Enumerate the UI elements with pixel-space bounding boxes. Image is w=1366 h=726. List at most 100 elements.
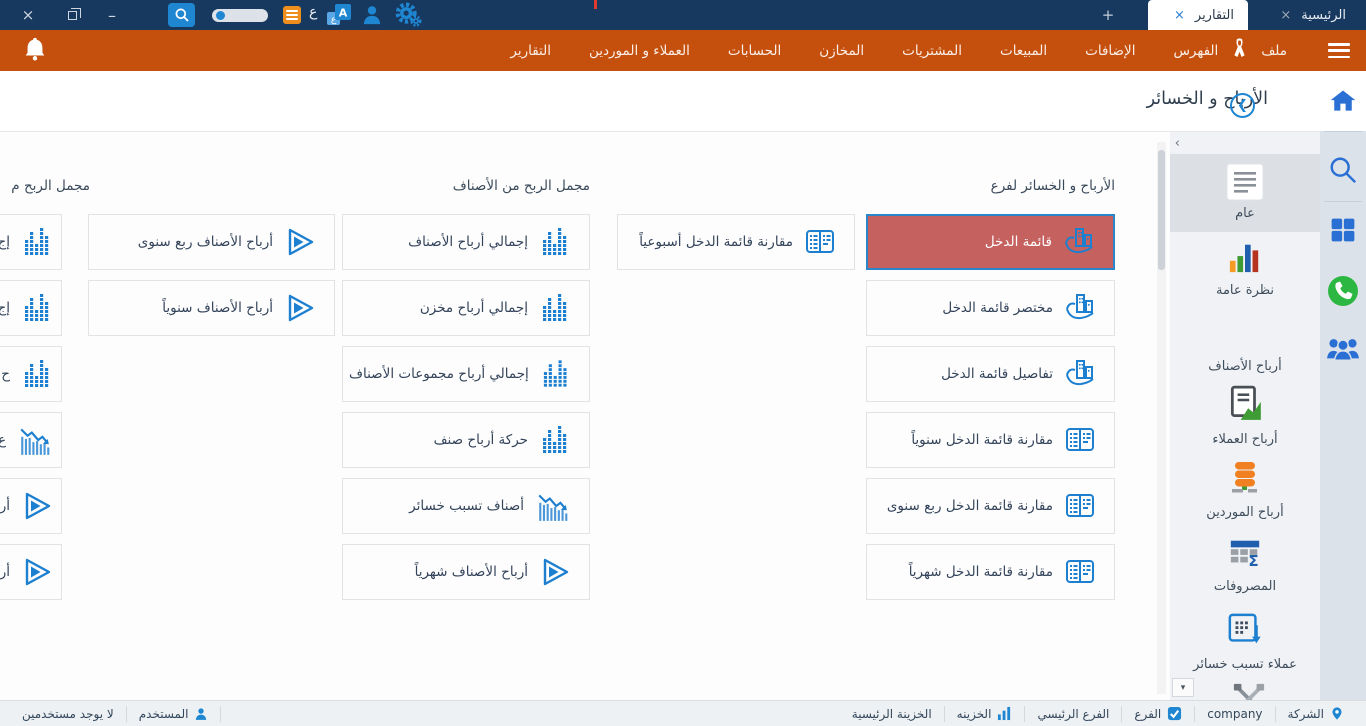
report-card[interactable]: أرباح الأصناف شهرياً (342, 544, 590, 600)
report-card[interactable]: إجمالي أرباح مجموعات الأصناف (342, 346, 590, 402)
tab-close-icon[interactable]: × (1280, 8, 1291, 23)
status-treasury[interactable]: الخزينه (945, 706, 1025, 721)
group-title-item-profit: مجمل الربح من الأصناف (452, 178, 590, 194)
sidebar-item-overview[interactable]: نظرة عامة (1170, 240, 1320, 298)
status-branch[interactable]: الفرع (1122, 706, 1194, 721)
sidebar-item-supplier-profits[interactable]: أرباح الموردين (1170, 460, 1320, 520)
play-arrow-icon (539, 556, 571, 588)
report-card[interactable]: مختصر قائمة الدخل (866, 280, 1115, 336)
title-bar: × – ع + التقارير × الرئيسية × (0, 0, 1366, 30)
play-arrow-icon (284, 292, 316, 324)
report-card-label: حركة أرباح صنف (433, 432, 528, 448)
menu-purchases[interactable]: المشتريات (883, 43, 981, 59)
report-card[interactable]: ع (0, 412, 62, 468)
report-card[interactable]: إجمالي أرباح مخزن (342, 280, 590, 336)
report-card-income-statement[interactable]: قائمة الدخل (866, 214, 1115, 270)
menu-file[interactable]: ملف (1242, 43, 1306, 59)
report-card-label: مختصر قائمة الدخل (942, 300, 1053, 316)
status-branch-value[interactable]: الفرع الرئيسي (1025, 707, 1121, 721)
menu-addons[interactable]: الإضافات (1066, 43, 1154, 59)
status-company[interactable]: الشركة (1276, 706, 1356, 721)
language-switch[interactable]: ع (309, 4, 317, 20)
report-card-label: تفاصيل قائمة الدخل (941, 366, 1053, 382)
report-column: أرباح الأصناف ربع سنوى أرباح الأصناف سنو… (88, 214, 335, 346)
list-icon[interactable] (283, 6, 301, 24)
report-card[interactable]: مقارنة قائمة الدخل أسبوعياً (617, 214, 855, 270)
dotted-bars-icon (539, 292, 571, 324)
quick-search-button[interactable] (168, 3, 195, 27)
window-close-button[interactable]: × (14, 0, 42, 30)
report-card[interactable]: أصناف تسبب خسائر (342, 478, 590, 534)
sidebar-collapse-button[interactable]: › (1175, 136, 1180, 151)
status-user[interactable]: المستخدم (127, 707, 221, 721)
whatsapp-icon (1326, 274, 1360, 308)
rail-users-button[interactable] (1320, 334, 1366, 364)
report-card[interactable]: إج (0, 214, 62, 270)
menu-accounts[interactable]: الحسابات (709, 43, 800, 59)
report-card[interactable]: مقارنة قائمة الدخل ربع سنوى (866, 478, 1115, 534)
tab-reports[interactable]: التقارير × (1148, 0, 1248, 30)
sidebar-item-general[interactable]: عام (1170, 154, 1320, 232)
hamburger-menu-button[interactable] (1328, 43, 1350, 58)
restore-icon (67, 7, 81, 20)
notifications-bell-icon[interactable] (22, 36, 48, 66)
menu-customers-suppliers[interactable]: العملاء و الموردين (570, 43, 709, 59)
report-card-label: إجمالي أرباح مخزن (419, 300, 528, 316)
report-card[interactable]: مقارنة قائمة الدخل سنوياً (866, 412, 1115, 468)
report-card[interactable]: ح (0, 346, 62, 402)
status-users-text: لا يوجد مستخدمين (22, 706, 114, 721)
report-card[interactable]: مقارنة قائمة الدخل شهرياً (866, 544, 1115, 600)
rail-apps-button[interactable] (1320, 216, 1366, 244)
menu-warehouses[interactable]: المخازن (800, 43, 883, 59)
sidebar-item-expenses[interactable]: المصروفات (1170, 536, 1320, 594)
menu-reports[interactable]: التقارير (491, 43, 570, 59)
menu-sales[interactable]: المبيعات (981, 43, 1066, 59)
status-company-label: الشركة (1287, 706, 1324, 721)
tab-close-icon[interactable]: × (1174, 8, 1185, 23)
sidebar-item-label: أرباح الموردين (1206, 505, 1284, 520)
report-card-label: إجمالي أرباح مجموعات الأصناف (349, 366, 529, 382)
status-company-value[interactable]: company (1195, 707, 1274, 721)
status-user-label: المستخدم (138, 706, 189, 721)
tab-home[interactable]: الرئيسية × (1252, 0, 1360, 30)
dotted-bars-icon (21, 292, 53, 324)
report-card[interactable]: إجمالي أرباح الأصناف (342, 214, 590, 270)
rail-search-button[interactable] (1320, 155, 1366, 185)
chevron-down-icon: ▾ (1180, 682, 1186, 693)
new-tab-button[interactable]: + (1095, 0, 1121, 30)
report-card-label: إج (0, 300, 10, 316)
translate-button[interactable] (324, 0, 354, 30)
report-card[interactable]: حركة أرباح صنف (342, 412, 590, 468)
window-restore-button[interactable] (58, 0, 86, 30)
content-scrollbar[interactable] (1157, 142, 1166, 694)
report-card[interactable]: إج (0, 280, 62, 336)
compare-lists-icon (1064, 424, 1096, 456)
dotted-bars-icon (539, 424, 571, 456)
report-card[interactable]: أر (0, 478, 62, 534)
report-card[interactable]: أرباح الأصناف ربع سنوى (88, 214, 335, 270)
user-account-button[interactable] (358, 0, 386, 30)
status-treasury-value[interactable]: الخزينة الرئيسية (840, 707, 944, 721)
sidebar-item-loss-customers[interactable]: عملاء تسبب خسائر (1170, 612, 1320, 672)
theme-toggle[interactable] (212, 9, 268, 22)
sidebar-item-item-profits[interactable]: أرباح الأصناف (1170, 354, 1320, 374)
report-card-label: مقارنة قائمة الدخل شهرياً (908, 564, 1053, 580)
settings-button[interactable] (392, 0, 424, 30)
users-group-icon (1326, 334, 1360, 364)
sidebar-item-customer-profits[interactable]: أرباح العملاء (1170, 385, 1320, 447)
report-card-label: ع (0, 432, 6, 448)
rail-whatsapp-button[interactable] (1320, 274, 1366, 308)
scrollbar-thumb[interactable] (1158, 150, 1165, 270)
menu-index[interactable]: الفهرس (1154, 43, 1237, 59)
group-title-cutoff: مجمل الربح م (11, 178, 90, 194)
window-minimize-button[interactable]: – (98, 0, 126, 30)
sidebar-more-button[interactable]: ▾ (1172, 678, 1194, 697)
collapse-panel-button[interactable]: ❯ (1230, 93, 1255, 118)
report-card[interactable]: أر (0, 544, 62, 600)
toggle-knob (216, 11, 225, 20)
report-card-label: أرباح الأصناف ربع سنوى (137, 234, 273, 250)
income-statement-icon (1064, 292, 1096, 324)
report-card[interactable]: تفاصيل قائمة الدخل (866, 346, 1115, 402)
rail-home-button[interactable] (1320, 87, 1366, 115)
report-card[interactable]: أرباح الأصناف سنوياً (88, 280, 335, 336)
